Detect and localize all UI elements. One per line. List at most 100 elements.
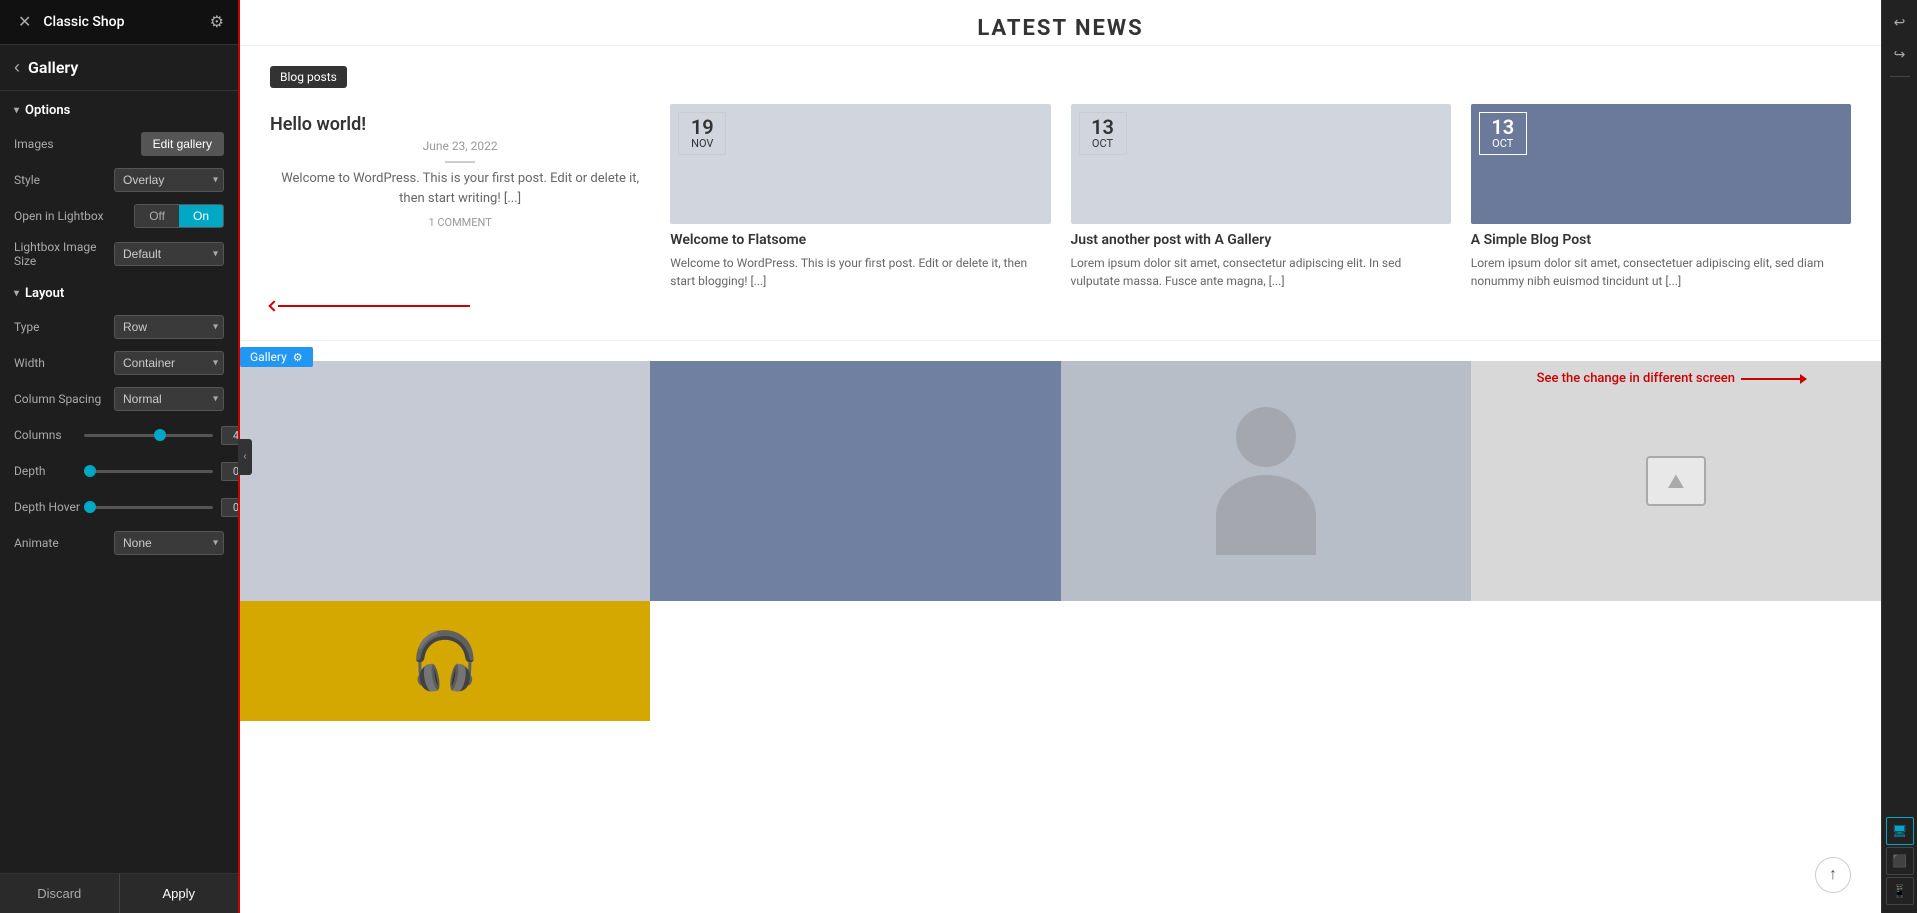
blog-card-3-thumb: 13 Oct — [1471, 104, 1851, 224]
images-control: Edit gallery — [84, 132, 224, 156]
lightbox-size-dropdown-wrapper: Default Large Medium — [114, 242, 224, 266]
depth-field: Depth 0 — [0, 453, 238, 489]
mobile-view-button[interactable]: 📱 — [1886, 877, 1914, 905]
desktop-view-button[interactable]: 🖥 — [1886, 817, 1914, 845]
tablet-view-button[interactable]: ⬛ — [1886, 847, 1914, 875]
lightbox-label: Open in Lightbox — [14, 209, 104, 223]
gallery-item-0 — [240, 361, 650, 601]
blog-card-2-date-badge: 13 Oct — [1079, 112, 1127, 155]
depth-value: 0 — [221, 462, 238, 481]
blog-card-1-date-badge: 19 Nov — [678, 112, 726, 155]
blog-card-2-month: Oct — [1092, 137, 1113, 150]
blog-card-0-date: June 23, 2022 — [270, 139, 650, 153]
sidebar-header: ✕ Classic Shop ⚙ — [0, 0, 238, 45]
settings-icon[interactable]: ⚙ — [210, 12, 224, 32]
blog-posts-tag: Blog posts — [270, 66, 347, 88]
sidebar-collapse-button[interactable]: ‹ — [238, 439, 252, 475]
columns-field: Columns 4 — [0, 417, 238, 453]
blog-card-0-comment: 1 COMMENT — [270, 216, 650, 229]
sidebar-content: ▾ Options Images Edit gallery Style Over… — [0, 91, 238, 913]
depth-label: Depth — [14, 464, 84, 478]
column-spacing-field: Column Spacing Normal Small None — [0, 381, 238, 417]
red-arrow-left — [270, 302, 470, 310]
image-placeholder-icon — [1646, 456, 1706, 506]
lightbox-field: Open in Lightbox Off On — [0, 198, 238, 234]
back-button[interactable]: ‹ — [14, 57, 20, 78]
apply-button[interactable]: Apply — [120, 874, 239, 913]
blog-card-3: 13 Oct A Simple Blog Post Lorem ipsum do… — [1471, 104, 1851, 290]
lightbox-size-select[interactable]: Default Large Medium — [114, 242, 224, 266]
blog-card-2-title: Just another post with A Gallery — [1071, 232, 1451, 248]
style-dropdown-wrapper: Overlay Default Masonry — [114, 168, 224, 192]
arrow-annotation — [270, 302, 1851, 310]
annotation-text: See the change in different screen — [1537, 371, 1735, 386]
depth-hover-label: Depth Hover — [14, 500, 84, 514]
style-label: Style — [14, 173, 84, 187]
gallery-item-3 — [1471, 361, 1881, 601]
animate-control: None Fade Slide Up — [84, 531, 224, 555]
section-title: LATEST NEWS — [270, 6, 1851, 45]
blog-card-3-title: A Simple Blog Post — [1471, 232, 1851, 248]
images-label: Images — [14, 137, 84, 151]
column-spacing-select[interactable]: Normal Small None — [114, 387, 224, 411]
type-select[interactable]: Row Grid — [114, 315, 224, 339]
animate-field: Animate None Fade Slide Up — [0, 525, 238, 561]
depth-hover-field: Depth Hover 0 — [0, 489, 238, 525]
style-field: Style Overlay Default Masonry — [0, 162, 238, 198]
column-spacing-control: Normal Small None — [101, 387, 224, 411]
lightbox-on-button[interactable]: On — [179, 205, 223, 227]
blog-card-2: 13 Oct Just another post with A Gallery … — [1071, 104, 1451, 290]
blog-card-1-title: Welcome to Flatsome — [670, 232, 1050, 248]
close-icon[interactable]: ✕ — [14, 10, 35, 34]
discard-button[interactable]: Discard — [0, 874, 120, 913]
blog-card-2-text: Lorem ipsum dolor sit amet, consectetur … — [1071, 254, 1451, 290]
app-title: Classic Shop — [43, 14, 124, 30]
edit-gallery-button[interactable]: Edit gallery — [141, 132, 224, 156]
layout-section-header[interactable]: ▾ Layout — [0, 274, 238, 309]
width-dropdown-wrapper: Container Full Width — [114, 351, 224, 375]
animate-select[interactable]: None Fade Slide Up — [114, 531, 224, 555]
style-select[interactable]: Overlay Default Masonry — [114, 168, 224, 192]
width-select[interactable]: Container Full Width — [114, 351, 224, 375]
sidebar-footer: Discard Apply — [0, 873, 238, 913]
column-spacing-dropdown-wrapper: Normal Small None — [114, 387, 224, 411]
sidebar-header-left: ✕ Classic Shop — [14, 10, 125, 34]
layout-section-label: Layout — [25, 286, 64, 301]
sidebar: ✕ Classic Shop ⚙ ‹ Gallery ▾ Options Ima… — [0, 0, 240, 913]
headphone-icon: 🎧 — [410, 628, 480, 694]
person-silhouette — [1216, 407, 1316, 555]
undo-button[interactable]: ↩ — [1886, 8, 1914, 36]
scroll-to-top-button[interactable]: ↑ — [1815, 857, 1851, 893]
lightbox-size-field: Lightbox Image Size Default Large Medium — [0, 234, 238, 274]
lightbox-off-button[interactable]: Off — [135, 205, 179, 227]
lightbox-size-label: Lightbox Image Size — [14, 240, 114, 268]
depth-hover-slider[interactable] — [84, 506, 213, 509]
blog-card-0-excerpt: Welcome to WordPress. This is your first… — [270, 169, 650, 208]
animate-label: Animate — [14, 536, 84, 550]
column-spacing-label: Column Spacing — [14, 392, 101, 406]
columns-value: 4 — [221, 426, 238, 445]
gallery-section: Gallery ⚙ See the change in different sc… — [240, 361, 1881, 721]
blog-card-3-day: 13 — [1491, 117, 1514, 137]
blog-card-1-month: Nov — [691, 137, 713, 150]
red-annotation: See the change in different screen — [1537, 371, 1801, 386]
annotation-arrow — [1741, 378, 1801, 380]
depth-control: 0 — [84, 462, 238, 481]
blog-card-0-title: Hello world! — [270, 114, 650, 135]
right-panel-divider — [1890, 76, 1910, 77]
columns-slider[interactable] — [84, 434, 213, 437]
blog-posts-section: Blog posts Hello world! June 23, 2022 We… — [240, 46, 1881, 341]
gallery-second-row-0: 🎧 — [240, 601, 650, 721]
gallery-gear-icon[interactable]: ⚙ — [293, 351, 303, 364]
blog-card-1-thumb: 19 Nov — [670, 104, 1050, 224]
blog-card-3-date-badge: 13 Oct — [1479, 112, 1527, 155]
options-section-header[interactable]: ▾ Options — [0, 91, 238, 126]
type-field: Type Row Grid — [0, 309, 238, 345]
blog-card-3-text: Lorem ipsum dolor sit amet, consectetuer… — [1471, 254, 1851, 290]
depth-slider[interactable] — [84, 470, 213, 473]
panel-title: Gallery — [28, 58, 78, 77]
type-control: Row Grid — [84, 315, 224, 339]
blog-card-2-day: 13 — [1091, 117, 1114, 137]
redo-button[interactable]: ↪ — [1886, 40, 1914, 68]
blog-card-2-thumb: 13 Oct — [1071, 104, 1451, 224]
